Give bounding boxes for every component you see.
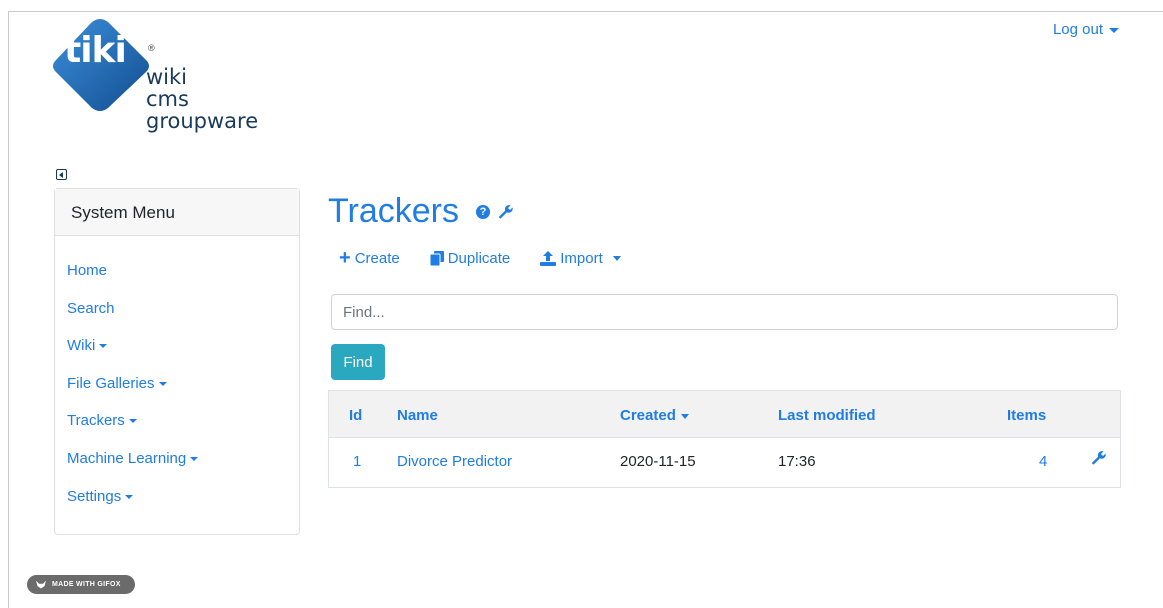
- sidebar-item-trackers[interactable]: Trackers: [55, 412, 299, 450]
- sidebar-item-home[interactable]: Home: [55, 262, 299, 300]
- chevron-down-icon: [190, 457, 199, 461]
- sidebar-item-label: Machine Learning: [67, 449, 187, 467]
- column-header-created[interactable]: Created: [620, 407, 689, 424]
- tiki-logo[interactable]: tiki ® wiki cms groupware: [52, 18, 292, 153]
- logo-registered-mark: ®: [148, 43, 155, 53]
- chevron-down-icon: [158, 381, 167, 386]
- chevron-down-icon: [612, 256, 621, 261]
- chevron-down-icon: [1109, 27, 1119, 33]
- wrench-icon[interactable]: [1091, 450, 1107, 466]
- sidebar: System Menu Home Search Wiki File Galler…: [54, 188, 300, 535]
- upload-icon: [540, 251, 557, 266]
- copy-icon: [429, 251, 444, 266]
- title-icons: ?: [476, 204, 514, 220]
- sidebar-item-search[interactable]: Search: [55, 300, 299, 338]
- logo-line-cms: cms: [146, 87, 189, 111]
- create-label: Create: [354, 250, 400, 267]
- sidebar-item-settings[interactable]: Settings: [55, 488, 299, 526]
- column-header-id[interactable]: Id: [349, 407, 362, 424]
- cell-last-modified: 17:36: [778, 453, 816, 470]
- sidebar-item-machine-learning[interactable]: Machine Learning: [55, 450, 299, 488]
- cell-created: 2020-11-15: [620, 453, 696, 470]
- help-icon[interactable]: ?: [476, 205, 490, 219]
- import-button[interactable]: Import: [540, 250, 621, 267]
- cell-items[interactable]: 4: [1039, 453, 1047, 470]
- created-label: Created: [620, 407, 676, 424]
- column-header-name[interactable]: Name: [397, 407, 438, 424]
- import-label: Import: [560, 250, 603, 267]
- sidebar-item-label: Settings: [67, 487, 122, 505]
- sidebar-menu: Home Search Wiki File Galleries Trackers…: [55, 236, 299, 525]
- trackers-table: Id Name Created Last modified Items 1 Di…: [328, 390, 1121, 488]
- duplicate-label: Duplicate: [447, 250, 511, 267]
- gifox-badge: MADE WITH GIFOX: [27, 575, 135, 594]
- sidebar-item-file-galleries[interactable]: File Galleries: [55, 375, 299, 413]
- logo-tagline: wiki cms groupware: [146, 66, 258, 132]
- logo-line-wiki: wiki: [146, 65, 188, 89]
- logo-line-groupware: groupware: [146, 109, 259, 133]
- cell-id[interactable]: 1: [353, 453, 361, 470]
- fox-icon: [36, 580, 46, 589]
- sidebar-item-label: Home: [67, 262, 108, 279]
- gifox-label: MADE WITH GIFOX: [52, 581, 121, 588]
- table-header: Id Name Created Last modified Items: [329, 391, 1120, 438]
- column-header-items[interactable]: Items: [1007, 407, 1046, 424]
- logout-label: Log out: [1052, 21, 1103, 38]
- sidebar-item-label: Search: [67, 299, 115, 317]
- logout-menu[interactable]: Log out: [1053, 21, 1119, 38]
- sort-desc-icon: [680, 413, 689, 419]
- table-row: 1 Divorce Predictor 2020-11-15 17:36 4: [329, 438, 1120, 487]
- chevron-down-icon: [125, 494, 134, 499]
- chevron-down-icon: [99, 344, 108, 349]
- page-title: Trackers: [328, 192, 459, 230]
- logo-word: tiki: [64, 30, 127, 71]
- sidebar-item-label: Trackers: [67, 412, 125, 430]
- create-button[interactable]: + Create: [339, 247, 400, 269]
- sidebar-item-label: File Galleries: [67, 374, 155, 392]
- column-header-last-modified[interactable]: Last modified: [778, 407, 876, 424]
- chevron-down-icon: [128, 419, 137, 424]
- sidebar-item-label: Wiki: [67, 337, 96, 355]
- search-input[interactable]: [331, 294, 1118, 330]
- find-button[interactable]: Find: [331, 344, 385, 380]
- sidebar-toggle-icon[interactable]: [56, 169, 67, 180]
- sidebar-title: System Menu: [55, 189, 299, 236]
- cell-name[interactable]: Divorce Predictor: [397, 453, 512, 470]
- wrench-icon[interactable]: [498, 204, 514, 220]
- duplicate-button[interactable]: Duplicate: [429, 250, 511, 267]
- plus-icon: +: [339, 247, 351, 269]
- toolbar: + Create Duplicate Import: [339, 247, 621, 269]
- sidebar-item-wiki[interactable]: Wiki: [55, 337, 299, 375]
